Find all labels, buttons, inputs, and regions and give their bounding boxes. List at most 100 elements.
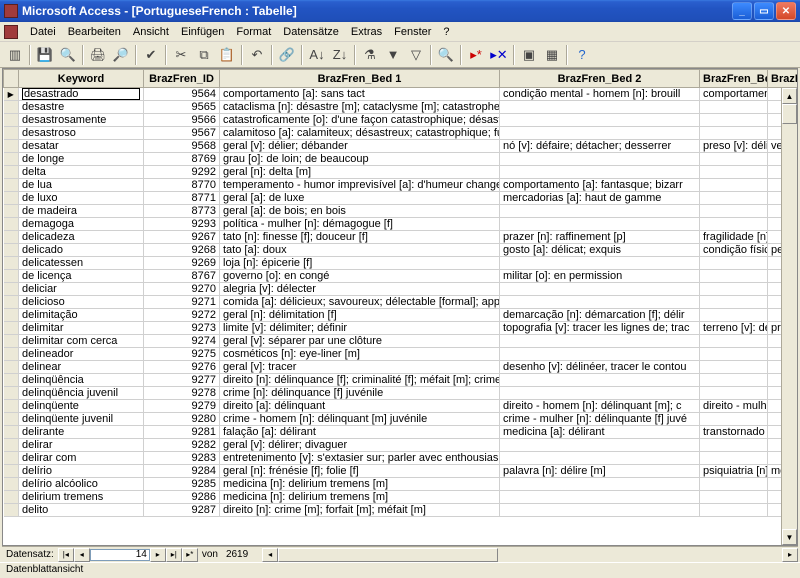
cell-bed3[interactable]: preso [v]: délier	[700, 140, 768, 153]
cell-bed2[interactable]	[500, 283, 700, 296]
row-selector[interactable]	[4, 166, 19, 179]
print-button[interactable]: 🖨	[87, 44, 109, 66]
cell-bed2[interactable]: desenho [v]: délinéer, tracer le contou	[500, 361, 700, 374]
cell-bed2[interactable]	[500, 153, 700, 166]
delete-record-button[interactable]: ▸✕	[488, 44, 510, 66]
menu-bearbeiten[interactable]: Bearbeiten	[62, 24, 127, 40]
cell-bed2[interactable]: nó [v]: défaire; détacher; desserrer	[500, 140, 700, 153]
hscroll-right-button[interactable]: ▸	[782, 548, 798, 562]
cell-bed1[interactable]: falação [a]: délirant	[220, 426, 500, 439]
scroll-thumb[interactable]	[782, 104, 797, 124]
nav-last-button[interactable]: ▸|	[166, 548, 182, 562]
cell-bed3[interactable]	[700, 270, 768, 283]
help-button[interactable]: ?	[571, 44, 593, 66]
cell-id[interactable]: 9286	[144, 491, 220, 504]
cell-bed3[interactable]	[700, 153, 768, 166]
cell-id[interactable]: 9280	[144, 413, 220, 426]
cell-bed3[interactable]	[700, 478, 768, 491]
row-selector[interactable]	[4, 270, 19, 283]
cell-bed2[interactable]	[500, 452, 700, 465]
table-row[interactable]: delito9287direito [n]: crime [m]; forfai…	[4, 504, 799, 517]
table-row[interactable]: de lua8770temperamento - humor imprevisí…	[4, 179, 799, 192]
row-selector[interactable]	[4, 192, 19, 205]
cell-keyword[interactable]: delirar com	[19, 452, 144, 465]
nav-new-button[interactable]: ▸*	[182, 548, 198, 562]
cell-keyword[interactable]: delírio alcóolico	[19, 478, 144, 491]
cell-bed2[interactable]: crime - mulher [n]: délinquante [f] juvé	[500, 413, 700, 426]
table-row[interactable]: delinqüente juvenil9280crime - homem [n]…	[4, 413, 799, 426]
table-row[interactable]: de longe8769grau [o]: de loin; de beauco…	[4, 153, 799, 166]
cell-bed3[interactable]	[700, 439, 768, 452]
hyperlink-button[interactable]: 🔗	[276, 44, 298, 66]
cell-bed2[interactable]: condição mental - homem [n]: brouill	[500, 88, 700, 101]
cell-bed1[interactable]: cataclisma [n]: désastre [m]; cataclysme…	[220, 101, 500, 114]
row-selector[interactable]	[4, 361, 19, 374]
table-row[interactable]: delicioso9271comida [a]: délicieux; savo…	[4, 296, 799, 309]
cell-id[interactable]: 9279	[144, 400, 220, 413]
cell-bed2[interactable]	[500, 114, 700, 127]
cell-bed2[interactable]	[500, 504, 700, 517]
hscroll-thumb[interactable]	[278, 548, 498, 562]
row-selector[interactable]	[4, 101, 19, 114]
table-row[interactable]: delta9292geral [n]: delta [m]	[4, 166, 799, 179]
nav-next-button[interactable]: ▸	[150, 548, 166, 562]
cell-bed2[interactable]	[500, 218, 700, 231]
cell-bed1[interactable]: geral [n]: delta [m]	[220, 166, 500, 179]
menu-datensatze[interactable]: Datensätze	[277, 24, 345, 40]
cell-bed1[interactable]: medicina [n]: delirium tremens [m]	[220, 478, 500, 491]
cell-bed3[interactable]	[700, 387, 768, 400]
cell-id[interactable]: 9281	[144, 426, 220, 439]
filter-form-button[interactable]: ▼	[382, 44, 404, 66]
keyword-input[interactable]	[22, 88, 140, 100]
cell-bed1[interactable]: geral [v]: séparer par une clôture	[220, 335, 500, 348]
cell-bed2[interactable]: prazer [n]: raffinement [p]	[500, 231, 700, 244]
cell-bed2[interactable]	[500, 387, 700, 400]
cell-id[interactable]: 9282	[144, 439, 220, 452]
cell-bed1[interactable]: geral [v]: tracer	[220, 361, 500, 374]
cell-bed2[interactable]: mercadorias [a]: haut de gamme	[500, 192, 700, 205]
cell-bed1[interactable]: comida [a]: délicieux; savoureux; délect…	[220, 296, 500, 309]
sort-desc-button[interactable]: Z↓	[329, 44, 351, 66]
cell-keyword[interactable]: delirante	[19, 426, 144, 439]
table-row[interactable]: delirium tremens9286medicina [n]: deliri…	[4, 491, 799, 504]
cell-keyword[interactable]: delinear	[19, 361, 144, 374]
cell-id[interactable]: 9273	[144, 322, 220, 335]
cell-bed3[interactable]	[700, 348, 768, 361]
row-selector[interactable]	[4, 309, 19, 322]
cell-id[interactable]: 9566	[144, 114, 220, 127]
table-row[interactable]: delimitação9272geral [n]: délimitation […	[4, 309, 799, 322]
cell-bed1[interactable]: comportamento [a]: sans tact	[220, 88, 500, 101]
cell-id[interactable]: 8769	[144, 153, 220, 166]
cell-id[interactable]: 9292	[144, 166, 220, 179]
cell-bed2[interactable]	[500, 166, 700, 179]
table-row[interactable]: delicatessen9269loja [n]: épicerie [f]	[4, 257, 799, 270]
cell-bed2[interactable]: palavra [n]: délire [m]	[500, 465, 700, 478]
table-row[interactable]: delinqüência juvenil9278crime [n]: délin…	[4, 387, 799, 400]
cell-keyword[interactable]: delicadeza	[19, 231, 144, 244]
nav-position-input[interactable]	[90, 549, 150, 561]
table-row[interactable]: 9564comportamento [a]: sans tactcondição…	[4, 88, 799, 101]
col-keyword[interactable]: Keyword	[19, 70, 144, 88]
table-row[interactable]: demagoga9293política - mulher [n]: démag…	[4, 218, 799, 231]
cell-bed2[interactable]	[500, 478, 700, 491]
table-row[interactable]: deliciar9270alegria [v]: délecter	[4, 283, 799, 296]
cell-bed1[interactable]: tato [n]: finesse [f]; douceur [f]	[220, 231, 500, 244]
cell-bed2[interactable]: direito - homem [n]: délinquant [m]; c	[500, 400, 700, 413]
cell-bed1[interactable]: geral [n]: frénésie [f]; folie [f]	[220, 465, 500, 478]
cell-bed1[interactable]: medicina [n]: delirium tremens [m]	[220, 491, 500, 504]
table-row[interactable]: delimitar9273limite [v]: délimiter; défi…	[4, 322, 799, 335]
col-brazfren-bed3[interactable]: BrazFren_Bed	[700, 70, 768, 88]
cell-keyword[interactable]: delicioso	[19, 296, 144, 309]
cell-bed3[interactable]	[700, 309, 768, 322]
cell-id[interactable]: 8771	[144, 192, 220, 205]
cell-bed2[interactable]: medicina [a]: délirant	[500, 426, 700, 439]
cell-id[interactable]: 9293	[144, 218, 220, 231]
cell-id[interactable]: 8767	[144, 270, 220, 283]
cell-keyword[interactable]: delimitar com cerca	[19, 335, 144, 348]
cell-bed3[interactable]	[700, 127, 768, 140]
cell-id[interactable]: 9267	[144, 231, 220, 244]
row-selector[interactable]	[4, 478, 19, 491]
cell-id[interactable]: 9567	[144, 127, 220, 140]
row-selector[interactable]	[4, 322, 19, 335]
cell-bed3[interactable]	[700, 166, 768, 179]
